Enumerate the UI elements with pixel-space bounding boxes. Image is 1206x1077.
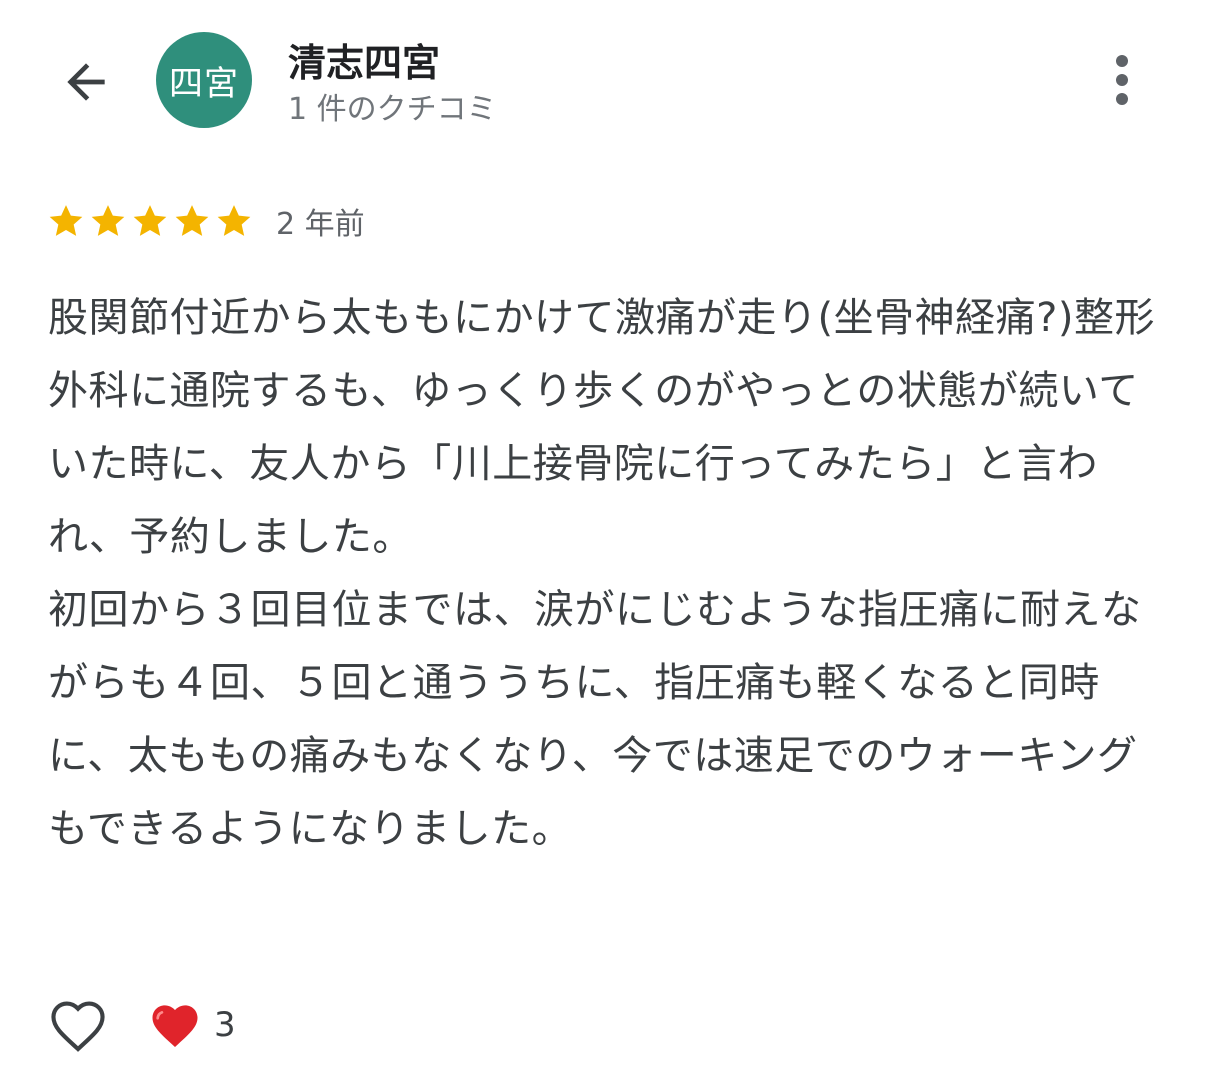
star-icon — [175, 205, 209, 236]
heart-outline-icon — [51, 1001, 105, 1052]
review-text: 股関節付近から太ももにかけて激痛が走り(坐骨神経痛?)整形外科に通院するも、ゆっ… — [48, 295, 1155, 852]
red-heart-icon — [152, 1005, 198, 1048]
review-header: 四宮 清志四宮 1 件のクチコミ — [0, 0, 1206, 160]
star-icon — [91, 205, 125, 236]
review-footer: 3 — [46, 990, 236, 1060]
rating-row: 2 年前 — [46, 196, 365, 246]
reviewer-review-count: 1 件のクチコミ — [288, 92, 497, 127]
avatar-initials: 四宮 — [169, 63, 239, 104]
reaction-count: 3 — [214, 1005, 236, 1045]
star-icon — [49, 205, 83, 236]
arrow-left-icon — [67, 63, 105, 101]
avatar[interactable]: 四宮 — [156, 32, 252, 128]
review-time: 2 年前 — [276, 207, 365, 242]
like-button[interactable] — [46, 993, 110, 1057]
more-vertical-icon — [1116, 55, 1128, 105]
reviewer-name[interactable]: 清志四宮 — [288, 32, 440, 87]
star-icon — [133, 205, 167, 236]
back-button[interactable] — [48, 44, 124, 120]
star-icon — [217, 205, 251, 236]
more-options-button[interactable] — [1098, 48, 1146, 112]
star-rating — [46, 201, 254, 241]
reaction-summary[interactable]: 3 — [148, 1000, 236, 1050]
